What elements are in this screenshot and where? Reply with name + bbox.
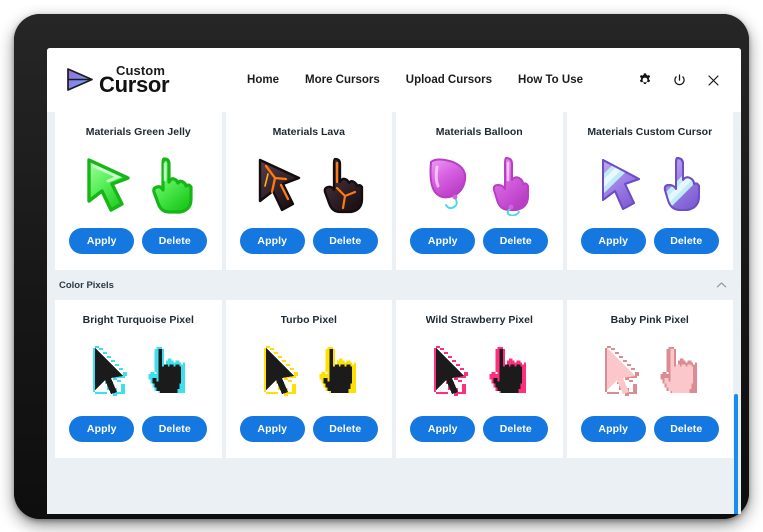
gear-icon[interactable] <box>637 72 653 88</box>
app-screen: Custom Cursor Home More Cursors Upload C… <box>47 48 741 514</box>
cursor-card-materials-lava[interactable]: Materials Lava Apply Delete <box>225 112 392 270</box>
delete-button[interactable]: Delete <box>142 228 208 254</box>
card-actions: Apply Delete <box>406 416 553 442</box>
card-title: Materials Green Jelly <box>85 126 191 138</box>
cursor-preview-baby-pink-pixel <box>603 332 697 414</box>
app-logo[interactable]: Custom Cursor <box>65 64 170 97</box>
cursor-preview-wild-strawberry-pixel <box>432 332 527 414</box>
cursor-preview-green-jelly <box>82 144 194 226</box>
card-actions: Apply Delete <box>236 416 383 442</box>
cursor-arrow-logo-icon <box>67 68 93 91</box>
arrow-cursor-icon <box>87 158 130 212</box>
arrow-cursor-icon <box>601 159 640 210</box>
card-title: Materials Lava <box>272 126 345 138</box>
hand-cursor-icon <box>663 157 700 211</box>
cursor-preview-custom-cursor <box>594 144 706 226</box>
card-actions: Apply Delete <box>577 228 724 254</box>
vertical-scrollbar-thumb[interactable] <box>734 394 738 514</box>
apply-button[interactable]: Apply <box>69 416 135 442</box>
card-title: Bright Turquoise Pixel <box>82 314 194 326</box>
arrow-cursor-icon <box>604 346 639 396</box>
cursor-card-bright-turquoise-pixel[interactable]: Bright Turquoise Pixel Apply Delete <box>55 300 222 458</box>
arrow-cursor-icon <box>434 346 469 396</box>
cursor-card-turbo-pixel[interactable]: Turbo Pixel Apply Delete <box>225 300 392 458</box>
apply-button[interactable]: Apply <box>580 416 646 442</box>
card-title: Wild Strawberry Pixel <box>425 314 533 326</box>
color-pixels-row: Bright Turquoise Pixel Apply Delete Turb… <box>47 300 741 458</box>
app-header: Custom Cursor Home More Cursors Upload C… <box>47 48 741 112</box>
hand-cursor-icon <box>148 347 186 394</box>
apply-button[interactable]: Apply <box>239 228 305 254</box>
apply-button[interactable]: Apply <box>410 228 476 254</box>
delete-button[interactable]: Delete <box>653 228 719 254</box>
hand-cursor-icon <box>660 347 697 394</box>
materials-row: Materials Green Jelly Apply Delete Mater… <box>47 112 741 270</box>
cursor-card-materials-green-jelly[interactable]: Materials Green Jelly Apply Delete <box>55 112 222 270</box>
delete-button[interactable]: Delete <box>483 228 549 254</box>
header-icon-group <box>637 72 721 88</box>
delete-button[interactable]: Delete <box>483 416 549 442</box>
arrow-cursor-icon <box>93 346 128 396</box>
logo-cursor-text: Cursor <box>99 71 170 97</box>
card-actions: Apply Delete <box>236 228 383 254</box>
card-actions: Apply Delete <box>577 416 724 442</box>
cursor-preview-turbo-pixel <box>262 332 356 414</box>
device-frame: Custom Cursor Home More Cursors Upload C… <box>14 14 749 519</box>
card-title: Turbo Pixel <box>280 314 337 326</box>
hand-cursor-icon <box>323 157 363 214</box>
nav-item-how-to-use[interactable]: How To Use <box>518 74 583 86</box>
apply-button[interactable]: Apply <box>580 228 646 254</box>
cursor-preview-bright-turquoise-pixel <box>91 332 186 414</box>
apply-button[interactable]: Apply <box>69 228 135 254</box>
delete-button[interactable]: Delete <box>312 416 378 442</box>
cursor-card-baby-pink-pixel[interactable]: Baby Pink Pixel Apply Delete <box>566 300 733 458</box>
card-actions: Apply Delete <box>65 416 212 442</box>
cursor-card-materials-balloon[interactable]: Materials Balloon Apply Delete <box>396 112 563 270</box>
delete-button[interactable]: Delete <box>142 416 208 442</box>
hand-cursor-icon <box>319 347 356 394</box>
card-title: Baby Pink Pixel <box>610 314 689 326</box>
card-actions: Apply Delete <box>65 228 212 254</box>
hand-cursor-icon <box>493 157 530 216</box>
apply-button[interactable]: Apply <box>410 416 476 442</box>
delete-button[interactable]: Delete <box>312 228 378 254</box>
main-navigation: Home More Cursors Upload Cursors How To … <box>247 72 721 88</box>
cursor-content-area: Materials Green Jelly Apply Delete Mater… <box>47 112 741 514</box>
section-title: Color Pixels <box>59 279 114 291</box>
arrow-cursor-icon <box>263 346 298 396</box>
nav-item-home[interactable]: Home <box>247 74 279 86</box>
nav-item-upload-cursors[interactable]: Upload Cursors <box>406 74 492 86</box>
card-title: Materials Custom Cursor <box>587 126 713 138</box>
card-title: Materials Balloon <box>435 126 523 138</box>
delete-button[interactable]: Delete <box>653 416 719 442</box>
power-icon[interactable] <box>672 73 687 88</box>
hand-cursor-icon <box>152 157 193 214</box>
cursor-preview-balloon <box>423 144 535 226</box>
vertical-scrollbar-track[interactable] <box>732 394 738 514</box>
cursor-preview-lava <box>253 144 365 226</box>
cursor-card-materials-custom-cursor[interactable]: Materials Custom Cursor Apply Delete <box>566 112 733 270</box>
arrow-cursor-icon <box>429 158 467 210</box>
arrow-cursor-icon <box>258 158 300 212</box>
nav-item-more-cursors[interactable]: More Cursors <box>305 74 380 86</box>
cursor-card-wild-strawberry-pixel[interactable]: Wild Strawberry Pixel Apply Delete <box>396 300 563 458</box>
hand-cursor-icon <box>489 347 527 394</box>
section-header-color-pixels[interactable]: Color Pixels <box>47 270 741 300</box>
chevron-up-icon[interactable] <box>716 281 727 289</box>
apply-button[interactable]: Apply <box>239 416 305 442</box>
close-icon[interactable] <box>706 73 721 88</box>
card-actions: Apply Delete <box>406 228 553 254</box>
